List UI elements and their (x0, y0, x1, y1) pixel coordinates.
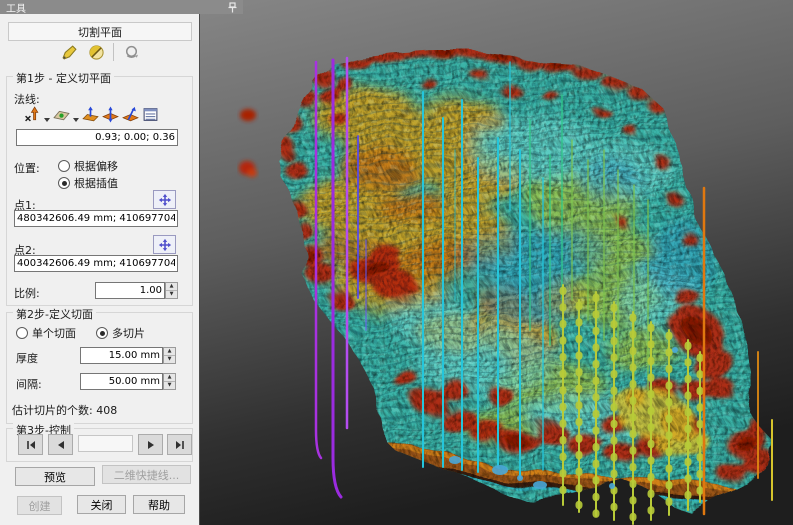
panel-header: 切割平面 (8, 22, 192, 41)
radio-by-value-label: 根据插值 (74, 175, 118, 191)
previous-icon (56, 440, 66, 450)
next-slice-button[interactable] (138, 434, 163, 455)
pick-point-icon (158, 193, 172, 207)
next-icon (146, 440, 156, 450)
panel-titlebar[interactable]: 工具 (0, 0, 243, 14)
scale-spinner[interactable]: ▲ ▼ (165, 282, 178, 299)
previous-slice-button[interactable] (48, 434, 73, 455)
close-button[interactable]: 关闭 (77, 495, 126, 514)
point-cloud-scene (200, 0, 793, 525)
spacing-input[interactable] (80, 373, 163, 390)
viewport-3d[interactable] (200, 0, 793, 525)
polyline-edit-icon[interactable] (59, 42, 79, 62)
thickness-label: 厚度 (16, 350, 38, 366)
list-icon[interactable] (142, 106, 159, 126)
inclined-normal-icon[interactable] (122, 106, 139, 126)
radio-by-offset[interactable]: 根据偏移 (58, 158, 118, 174)
slice-index-input (78, 435, 133, 452)
radio-single-section[interactable]: 单个切面 (16, 325, 76, 341)
panel-title: 工具 (6, 0, 26, 15)
invert-normal-icon[interactable] (24, 106, 41, 126)
scale-input[interactable] (95, 282, 165, 299)
first-icon (26, 440, 36, 450)
quick-2d-line-button: 二维快捷线... (102, 465, 191, 484)
pin-icon[interactable] (228, 2, 237, 13)
thickness-input[interactable] (80, 347, 163, 364)
radio-multi-slices-label: 多切片 (112, 325, 145, 341)
normal-value-input[interactable] (16, 129, 178, 146)
spin-down-icon[interactable]: ▼ (164, 382, 175, 389)
last-slice-button[interactable] (167, 434, 192, 455)
spin-down-icon[interactable]: ▼ (164, 356, 175, 363)
normal-toolbar (24, 106, 159, 126)
preview-button[interactable]: 预览 (15, 467, 95, 486)
radio-by-value[interactable]: 根据插值 (58, 175, 118, 191)
pick-point-icon (158, 238, 172, 252)
brush-normal-icon[interactable] (82, 106, 99, 126)
application-window: 工具 切割平面 (0, 0, 793, 525)
step2-legend: 第2步-定义切面 (13, 306, 96, 322)
position-label: 位置: (14, 160, 40, 176)
radio-by-offset-dot (58, 160, 70, 172)
plane-pick-dropdown-icon[interactable] (73, 118, 79, 122)
radio-single-section-label: 单个切面 (32, 325, 76, 341)
last-icon (175, 440, 185, 450)
spin-up-icon[interactable]: ▲ (164, 348, 175, 356)
scale-label: 比例: (14, 285, 40, 301)
radio-by-value-dot (58, 177, 70, 189)
radio-multi-slices[interactable]: 多切片 (96, 325, 145, 341)
radio-multi-slices-dot (96, 327, 108, 339)
spin-down-icon[interactable]: ▼ (166, 291, 177, 298)
spin-up-icon[interactable]: ▲ (164, 374, 175, 382)
create-button: 创建 (17, 496, 62, 515)
point2-value-input[interactable] (14, 255, 178, 272)
slice-count-estimate: 估计切片的个数: 408 (12, 402, 117, 418)
spin-up-icon[interactable]: ▲ (166, 283, 177, 291)
invert-normal-dropdown-icon[interactable] (44, 118, 50, 122)
panel-toolbar (0, 42, 200, 62)
thickness-spinner[interactable]: ▲ ▼ (163, 347, 176, 364)
radio-by-offset-label: 根据偏移 (74, 158, 118, 174)
first-slice-button[interactable] (18, 434, 43, 455)
cutting-plane-panel: 切割平面 (0, 14, 200, 525)
slope-disc-icon[interactable] (86, 42, 106, 62)
manipulate-icon[interactable] (121, 42, 141, 62)
normal-label: 法线: (14, 91, 40, 107)
vertical-normal-icon[interactable] (102, 106, 119, 126)
plane-pick-icon[interactable] (53, 106, 70, 126)
toolbar-separator (113, 43, 114, 61)
point1-value-input[interactable] (14, 210, 178, 227)
spacing-spinner[interactable]: ▲ ▼ (163, 373, 176, 390)
point1-pick-button[interactable] (153, 190, 176, 209)
help-button[interactable]: 帮助 (133, 495, 185, 514)
step1-legend: 第1步 - 定义切平面 (13, 70, 114, 86)
panel-header-label: 切割平面 (78, 24, 122, 40)
spacing-label: 间隔: (16, 376, 42, 392)
point2-pick-button[interactable] (153, 235, 176, 254)
radio-single-section-dot (16, 327, 28, 339)
